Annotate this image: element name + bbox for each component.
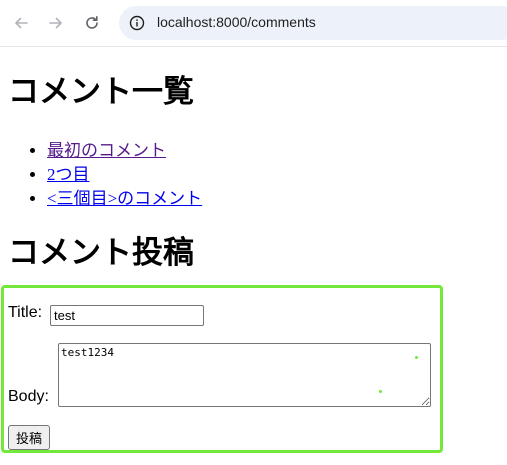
body-label: Body: [8,388,49,405]
comment-link[interactable]: 2つ目 [47,165,90,184]
list-item: 2つ目 [47,163,202,187]
browser-toolbar: localhost:8000/comments [0,0,507,47]
submit-button[interactable]: 投稿 [8,425,51,450]
list-item: <三個目>のコメント [47,187,202,211]
forward-button[interactable] [45,12,67,34]
reload-button[interactable] [81,12,103,34]
green-dot-decoration [379,390,382,393]
list-item: 最初のコメント [47,139,202,163]
arrow-left-icon [15,17,28,29]
comment-post-heading: コメント投稿 [8,235,194,271]
body-textarea[interactable]: test1234 [58,343,431,407]
comment-link[interactable]: <三個目>のコメント [47,189,202,208]
back-button[interactable] [10,12,32,34]
info-icon[interactable] [129,15,145,31]
comment-list-heading: コメント一覧 [8,74,194,110]
url-text[interactable]: localhost:8000/comments [157,14,316,30]
green-dot-decoration [415,356,418,359]
comment-link[interactable]: 最初のコメント [47,141,166,160]
comment-form: Title: Body: test1234 投稿 [1,285,443,453]
page-content: コメント一覧 最初のコメント 2つ目 <三個目>のコメント コメント投稿 Tit… [0,47,507,465]
comment-list: 最初のコメント 2つ目 <三個目>のコメント [8,139,202,211]
address-bar[interactable]: localhost:8000/comments [119,6,507,40]
title-label: Title: [8,304,43,321]
reload-icon [86,16,98,29]
title-input[interactable] [50,305,204,326]
arrow-right-icon [49,17,62,29]
